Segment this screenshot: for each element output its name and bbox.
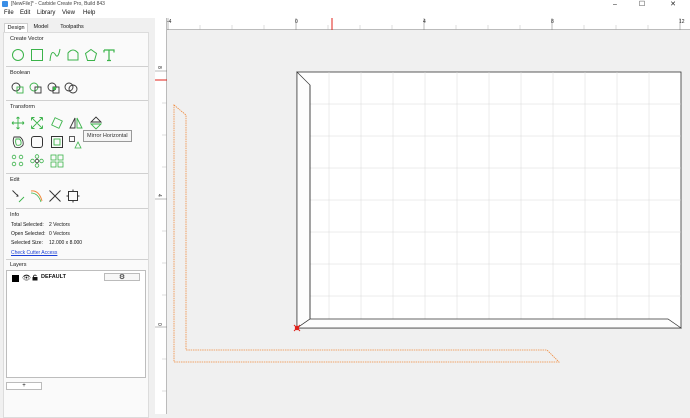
boolean-weld-icon[interactable] bbox=[64, 81, 78, 95]
boolean-header: Boolean bbox=[10, 70, 31, 76]
menu-help[interactable]: Help bbox=[83, 10, 95, 16]
trim-icon[interactable] bbox=[48, 189, 62, 203]
tab-model[interactable]: Model bbox=[30, 23, 52, 32]
selected-size: Selected Size: 12.000 x 8.000 bbox=[11, 240, 83, 246]
ruler-label: 0 bbox=[295, 19, 298, 25]
design-canvas[interactable] bbox=[167, 30, 690, 414]
mirror-horizontal-icon[interactable] bbox=[69, 116, 83, 130]
app-icon bbox=[2, 1, 8, 7]
smooth-edit-icon[interactable] bbox=[30, 189, 44, 203]
ruler-label: 8 bbox=[156, 66, 162, 69]
boolean-intersect-icon[interactable] bbox=[47, 81, 61, 95]
ruler-label: 4 bbox=[156, 194, 162, 197]
boolean-union-icon[interactable] bbox=[11, 81, 25, 95]
separator bbox=[6, 66, 148, 67]
info-header: Info bbox=[10, 212, 20, 218]
polygon-tool-icon[interactable] bbox=[84, 48, 98, 62]
scale-icon[interactable] bbox=[30, 116, 44, 130]
horizontal-ruler: -4 0 4 8 12 bbox=[155, 18, 690, 30]
menu-edit[interactable]: Edit bbox=[20, 10, 30, 16]
move-icon[interactable] bbox=[11, 116, 25, 130]
total-selected: Total Selected: 2 Vectors bbox=[11, 222, 70, 228]
fillet-icon[interactable] bbox=[30, 135, 44, 149]
minimize-button[interactable]: – bbox=[604, 0, 626, 9]
separator bbox=[6, 259, 148, 260]
close-button[interactable]: ✕ bbox=[662, 0, 684, 9]
window-title: [NewFile]* - Carbide Create Pro, Build 8… bbox=[11, 1, 105, 7]
lock-icon[interactable] bbox=[32, 274, 38, 281]
menu-bar: File Edit Library View Help bbox=[0, 9, 690, 18]
circular-array-icon[interactable] bbox=[11, 154, 25, 168]
grid-array-icon[interactable] bbox=[50, 154, 64, 168]
tooltip: Mirror Horizontal bbox=[83, 130, 132, 142]
menu-library[interactable]: Library bbox=[37, 10, 55, 16]
edit-header: Edit bbox=[10, 177, 20, 183]
separator bbox=[6, 100, 148, 101]
circle-tool-icon[interactable] bbox=[11, 48, 25, 62]
boolean-subtract-icon[interactable] bbox=[29, 81, 43, 95]
stock-material bbox=[295, 71, 683, 329]
maximize-button[interactable]: ☐ bbox=[631, 0, 653, 9]
join-icon[interactable] bbox=[66, 189, 80, 203]
rotate-icon[interactable] bbox=[50, 116, 64, 130]
text-tool-icon[interactable] bbox=[102, 48, 116, 62]
offset-icon[interactable] bbox=[11, 135, 25, 149]
ruler-label: 0 bbox=[156, 323, 162, 326]
layers-list: 👁 DEFAULT ⚙ bbox=[6, 270, 146, 378]
align-icon[interactable] bbox=[68, 135, 82, 149]
vertical-ruler bbox=[155, 18, 167, 414]
layer-name[interactable]: DEFAULT bbox=[41, 274, 66, 280]
gear-icon: ⚙ bbox=[118, 274, 126, 281]
transform-header: Transform bbox=[10, 104, 35, 110]
separator bbox=[6, 208, 148, 209]
ruler-label: 12 bbox=[679, 19, 685, 25]
layer-settings-button[interactable]: ⚙ bbox=[104, 273, 140, 281]
inset-icon[interactable] bbox=[50, 135, 64, 149]
create-vector-header: Create Vector bbox=[10, 36, 44, 42]
open-selected: Open Selected: 0 Vectors bbox=[11, 231, 70, 237]
menu-file[interactable]: File bbox=[4, 10, 14, 16]
ruler-label: -4 bbox=[167, 19, 172, 25]
tab-toolpaths[interactable]: Toolpaths bbox=[56, 23, 88, 32]
polyline-tool-icon[interactable] bbox=[48, 48, 62, 62]
eye-icon[interactable]: 👁 bbox=[22, 274, 31, 282]
curve-tool-icon[interactable] bbox=[66, 48, 80, 62]
add-layer-button[interactable]: + bbox=[6, 382, 42, 390]
check-cutter-access-link[interactable]: Check Cutter Access bbox=[11, 250, 57, 256]
mirror-vertical-icon[interactable] bbox=[89, 116, 103, 130]
layer-color-swatch[interactable] bbox=[12, 275, 19, 282]
layers-header: Layers bbox=[10, 262, 27, 268]
ruler-label: 4 bbox=[423, 19, 426, 25]
ruler-label: 8 bbox=[551, 19, 554, 25]
title-bar: [NewFile]* - Carbide Create Pro, Build 8… bbox=[0, 0, 690, 9]
origin-marker bbox=[293, 324, 301, 332]
rectangle-tool-icon[interactable] bbox=[30, 48, 44, 62]
pattern-array-icon[interactable] bbox=[30, 154, 44, 168]
node-edit-icon[interactable] bbox=[11, 189, 25, 203]
separator bbox=[6, 173, 148, 174]
menu-view[interactable]: View bbox=[62, 10, 75, 16]
